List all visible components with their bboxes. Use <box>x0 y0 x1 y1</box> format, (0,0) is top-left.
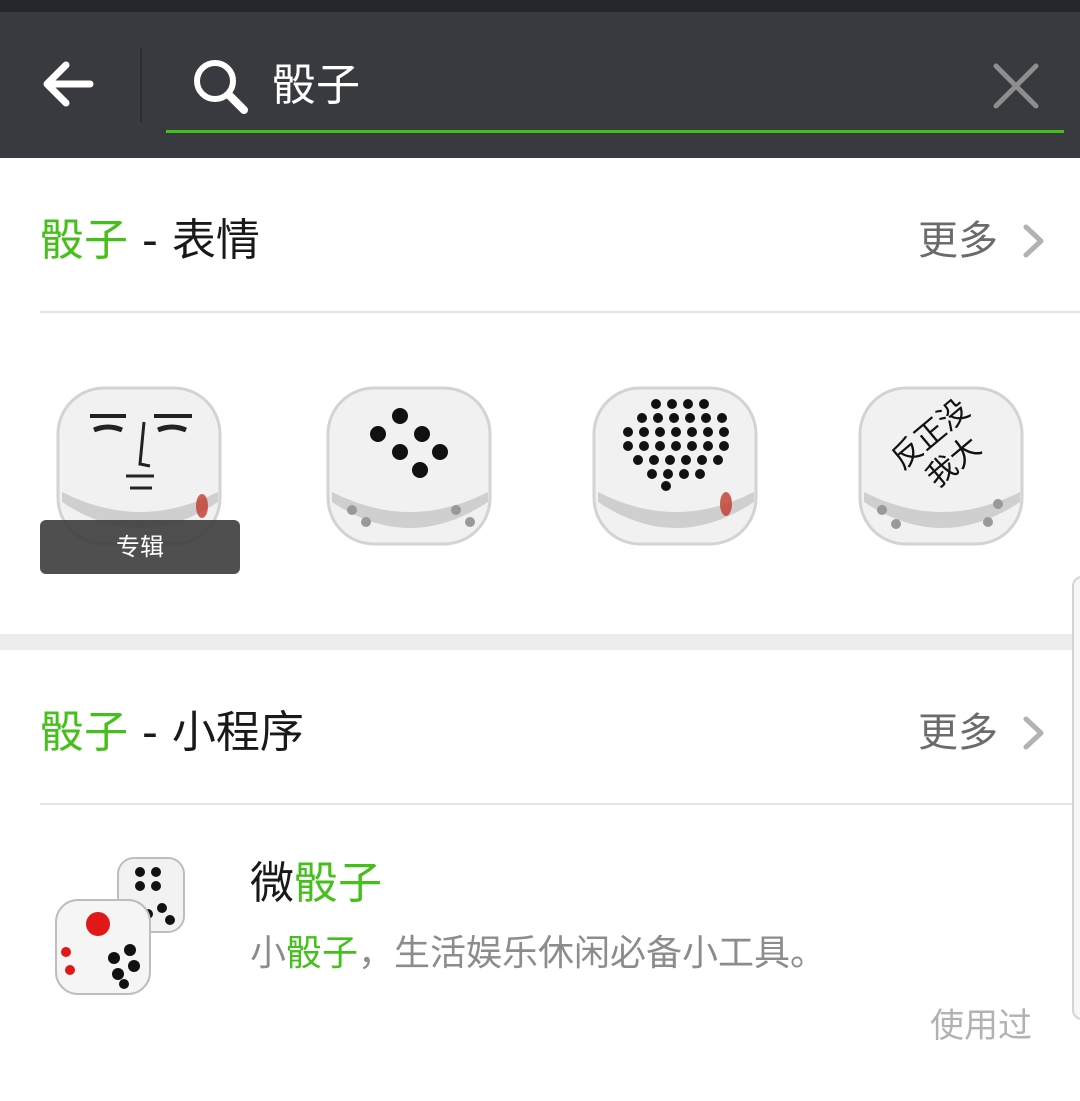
dice-pair-app-icon <box>48 848 204 1004</box>
section-title-stickers: 骰子 - 表情 <box>40 206 260 276</box>
more-label: 更多 <box>918 710 998 756</box>
album-tag: 专辑 <box>40 520 240 574</box>
section-separator: - <box>128 707 172 758</box>
back-button[interactable] <box>36 52 100 116</box>
used-badge: 使用过 <box>930 1006 1032 1046</box>
sticker-item[interactable] <box>586 382 766 554</box>
mini-program-description: 小骰子，生活娱乐休闲必备小工具。 <box>250 926 826 982</box>
dice-text-sticker-icon: 反正没 我大 <box>858 386 1024 546</box>
search-underline <box>166 130 1064 133</box>
sticker-item[interactable] <box>320 382 500 554</box>
section-title-mini-programs: 骰子 - 小程序 <box>40 698 304 768</box>
section-keyword: 骰子 <box>40 215 128 266</box>
search-input[interactable]: 骰子 <box>272 56 360 116</box>
clear-search-button[interactable] <box>988 58 1044 114</box>
desc-highlight: 骰子 <box>286 933 359 974</box>
back-arrow-icon <box>43 61 94 107</box>
scrollbar[interactable] <box>1072 576 1080 1020</box>
search-icon <box>188 54 254 120</box>
chevron-right-icon <box>1023 716 1044 750</box>
section-separator: - <box>128 215 172 266</box>
section-divider <box>40 803 1080 805</box>
more-mini-programs-link[interactable]: 更多 <box>918 698 1058 768</box>
section-title-text: 表情 <box>171 215 260 266</box>
search-header: 骰子 <box>0 12 1080 158</box>
sticker-item[interactable]: 反正没 我大 <box>852 382 1032 554</box>
section-gap <box>0 634 1080 650</box>
status-bar <box>0 0 1080 12</box>
more-label: 更多 <box>918 218 998 264</box>
desc-rest: ，生活娱乐休闲必备小工具。 <box>358 933 827 974</box>
section-divider <box>40 311 1080 313</box>
more-stickers-link[interactable]: 更多 <box>918 206 1058 276</box>
desc-prefix: 小 <box>250 933 287 974</box>
dice-many-dots-sticker-icon <box>592 386 758 546</box>
dice-six-dots-sticker-icon <box>326 386 492 546</box>
close-icon <box>993 63 1039 109</box>
section-title-text: 小程序 <box>171 707 304 758</box>
name-highlight: 骰子 <box>294 858 382 909</box>
name-prefix: 微 <box>250 858 294 909</box>
chevron-right-icon <box>1023 224 1044 258</box>
mini-program-name: 微骰子 <box>250 852 382 916</box>
section-keyword: 骰子 <box>40 707 128 758</box>
header-divider <box>140 48 142 122</box>
